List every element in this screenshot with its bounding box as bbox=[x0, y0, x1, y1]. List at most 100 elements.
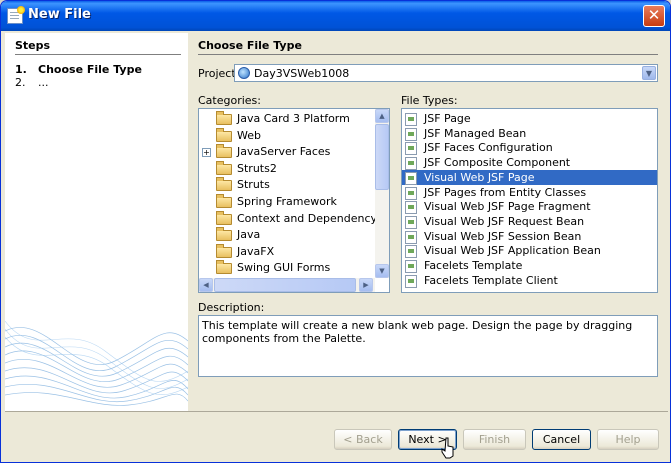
categories-vscrollbar[interactable]: ▲ ▼ bbox=[375, 109, 389, 278]
step-number: 1. bbox=[15, 63, 27, 76]
close-button[interactable]: ✕ bbox=[643, 5, 665, 27]
new-file-icon bbox=[7, 6, 25, 24]
file-type-label: Visual Web JSF Application Bean bbox=[424, 244, 601, 258]
footer-divider bbox=[5, 411, 668, 412]
file-type-item[interactable]: Visual Web JSF Session Bean bbox=[402, 229, 657, 244]
decorative-waves-image bbox=[5, 320, 188, 406]
category-item[interactable]: Context and Dependency Inje bbox=[199, 210, 375, 227]
scroll-up-button[interactable]: ▲ bbox=[375, 109, 389, 123]
folder-icon bbox=[216, 210, 232, 225]
folder-icon bbox=[216, 260, 232, 275]
scroll-down-button[interactable]: ▼ bbox=[375, 264, 389, 278]
step-item: 2.... bbox=[15, 76, 49, 89]
step-label: Choose File Type bbox=[38, 63, 142, 76]
back-button[interactable]: < Back bbox=[334, 429, 392, 450]
file-type-item[interactable]: Visual Web JSF Request Bean bbox=[402, 214, 657, 229]
file-type-label: Visual Web JSF Session Bean bbox=[424, 229, 582, 243]
category-label: Java Card 3 Platform bbox=[237, 112, 350, 125]
scroll-right-button[interactable]: ▶ bbox=[359, 278, 373, 292]
file-types-label: File Types: bbox=[401, 94, 458, 107]
folder-icon bbox=[216, 177, 232, 192]
file-type-label: Facelets Template bbox=[424, 259, 523, 272]
file-template-icon bbox=[405, 142, 417, 156]
help-button[interactable]: Help bbox=[597, 429, 659, 450]
file-template-icon bbox=[405, 186, 417, 200]
file-type-item[interactable]: JSF Composite Component bbox=[402, 155, 657, 171]
folder-icon bbox=[216, 144, 232, 159]
page-title: Choose File Type bbox=[198, 39, 302, 52]
file-type-label: Visual Web JSF Request Bean bbox=[424, 214, 585, 228]
file-type-item[interactable]: Facelets Template Client bbox=[402, 273, 657, 288]
category-item[interactable]: Swing GUI Forms bbox=[199, 260, 375, 276]
folder-icon bbox=[216, 160, 232, 175]
file-template-icon bbox=[405, 245, 417, 259]
file-type-item[interactable]: JSF Page bbox=[402, 111, 657, 126]
project-value: Day3VSWeb1008 bbox=[254, 67, 350, 80]
scroll-left-button[interactable]: ◀ bbox=[199, 278, 213, 292]
file-type-label: Visual Web JSF Page Fragment bbox=[424, 200, 591, 214]
category-label: Web bbox=[237, 128, 261, 142]
file-types-list[interactable]: JSF Page JSF Managed Bean JSF Faces Config… bbox=[401, 108, 658, 293]
chevron-down-icon[interactable]: ▼ bbox=[642, 66, 656, 80]
file-type-item[interactable]: JSF Faces Configuration bbox=[402, 140, 657, 156]
file-type-label: JSF Pages from Entity Classes bbox=[424, 185, 587, 199]
category-label: Spring Framework bbox=[237, 195, 337, 208]
scroll-thumb[interactable] bbox=[375, 124, 389, 190]
project-select[interactable]: Day3VSWeb1008 ▼ bbox=[234, 64, 658, 82]
main-panel: Choose File Type Project: Day3VSWeb1008 … bbox=[188, 33, 670, 411]
category-label: Java bbox=[237, 228, 261, 242]
category-label: Context and Dependency Inje bbox=[237, 211, 375, 225]
expand-icon[interactable]: + bbox=[202, 148, 211, 158]
category-item[interactable]: Struts bbox=[199, 177, 375, 193]
file-type-item[interactable]: Visual Web JSF Application Bean bbox=[402, 243, 657, 259]
hscroll-thumb[interactable] bbox=[214, 278, 356, 292]
file-type-label: JSF Page bbox=[424, 112, 471, 125]
category-label: Struts bbox=[237, 178, 270, 192]
mouse-cursor-icon bbox=[441, 437, 454, 459]
file-template-icon bbox=[405, 260, 417, 273]
category-item[interactable]: Web bbox=[199, 127, 375, 144]
steps-divider bbox=[15, 54, 181, 55]
new-file-dialog: New File ✕ Steps 1. Choose File Type 2...… bbox=[0, 0, 671, 463]
file-template-icon bbox=[405, 171, 417, 185]
title-bar[interactable]: New File ✕ bbox=[1, 1, 670, 31]
file-template-icon bbox=[405, 157, 417, 171]
category-item[interactable]: + JavaServer Faces bbox=[199, 144, 375, 160]
file-type-label: Visual Web JSF Page bbox=[424, 170, 535, 184]
file-template-icon bbox=[405, 274, 417, 288]
category-item[interactable]: JavaFX bbox=[199, 243, 375, 260]
file-template-icon bbox=[405, 230, 417, 244]
folder-icon bbox=[216, 111, 232, 125]
file-template-icon bbox=[405, 127, 417, 141]
file-type-item[interactable]: JSF Managed Bean bbox=[402, 126, 657, 141]
file-type-item[interactable]: Facelets Template bbox=[402, 258, 657, 273]
category-label: Struts2 bbox=[237, 161, 277, 175]
file-type-label: JSF Managed Bean bbox=[424, 126, 527, 140]
file-template-icon bbox=[405, 201, 417, 215]
category-item[interactable]: Java Card 3 Platform bbox=[199, 111, 375, 127]
title-divider bbox=[198, 54, 658, 55]
step-item: 1. Choose File Type bbox=[15, 63, 142, 76]
description-label: Description: bbox=[198, 301, 265, 314]
file-template-icon bbox=[405, 113, 417, 126]
category-label: JavaFX bbox=[237, 244, 275, 258]
category-item[interactable]: Struts2 bbox=[199, 160, 375, 177]
category-item[interactable]: Spring Framework bbox=[199, 194, 375, 210]
categories-label: Categories: bbox=[198, 94, 261, 107]
file-type-label: JSF Faces Configuration bbox=[424, 141, 553, 155]
description-text: This template will create a new blank we… bbox=[198, 315, 658, 377]
categories-hscrollbar[interactable]: ◀ ▶ bbox=[199, 278, 375, 292]
finish-button[interactable]: Finish bbox=[463, 429, 526, 450]
folder-icon bbox=[216, 194, 232, 208]
category-item[interactable]: Java bbox=[199, 227, 375, 243]
file-type-item[interactable]: JSF Pages from Entity Classes bbox=[402, 185, 657, 200]
file-type-item[interactable]: Visual Web JSF Page bbox=[402, 169, 657, 185]
category-label: JavaServer Faces bbox=[237, 145, 331, 159]
category-label: Swing GUI Forms bbox=[237, 261, 331, 275]
cancel-button[interactable]: Cancel bbox=[532, 429, 591, 450]
file-type-label: Facelets Template Client bbox=[424, 273, 558, 287]
folder-icon bbox=[216, 127, 232, 142]
file-type-item[interactable]: Visual Web JSF Page Fragment bbox=[402, 199, 657, 215]
categories-list[interactable]: Java Card 3 Platform Web + JavaServer Faces… bbox=[198, 108, 390, 293]
folder-icon bbox=[216, 243, 232, 258]
